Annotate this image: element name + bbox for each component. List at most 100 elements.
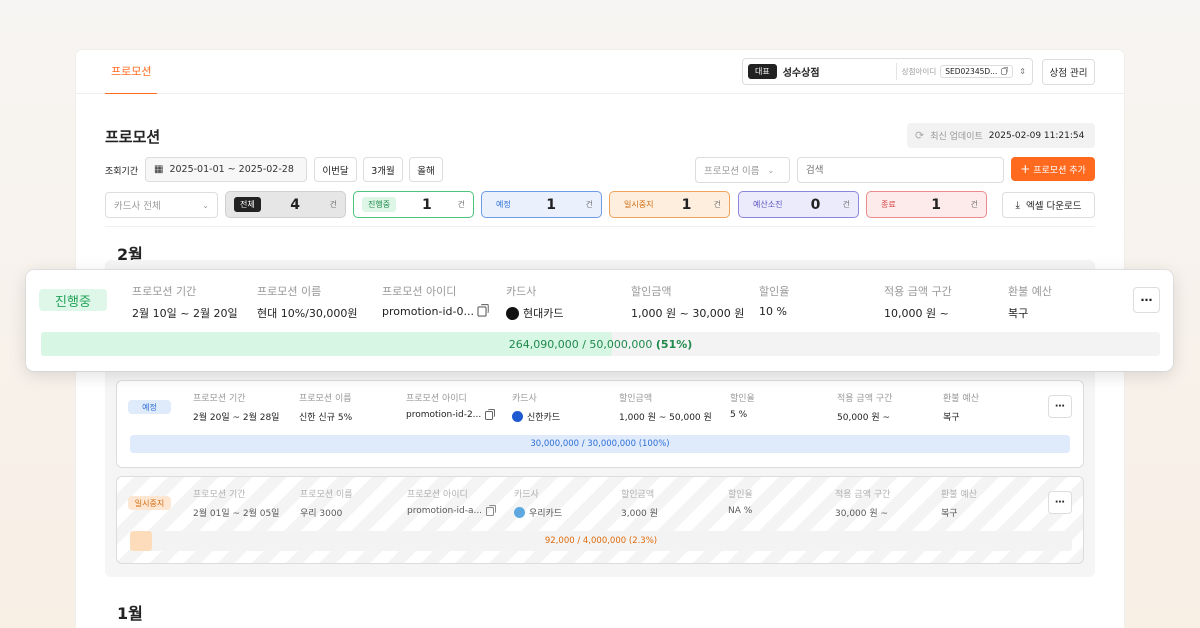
promotion-card-scheduled[interactable]: 예정 프로모션 기간 2월 20일 ~ 2월 28일 프로모션 이름 신한 신규 5… [116, 380, 1084, 468]
plus-icon: + [1020, 162, 1031, 176]
divider [895, 63, 897, 80]
discount-rate: NA % [728, 506, 753, 516]
field-header: 적용 금액 구간 [837, 394, 893, 404]
copy-icon[interactable] [485, 408, 496, 420]
this-year-button[interactable]: 올해 [409, 157, 443, 182]
budget-text: 30,000,000 / 30,000,000 (100%) [130, 435, 1070, 453]
store-id-label: 상점아이디 [901, 67, 937, 76]
more-options-button[interactable]: ⋯ [1048, 491, 1072, 514]
field-header: 할인율 [759, 285, 790, 298]
three-months-button[interactable]: 3개월 [363, 157, 403, 182]
copy-icon[interactable] [477, 304, 489, 317]
filter-chip-active[interactable]: 진행중 1 건 [353, 191, 474, 218]
divider [105, 226, 1095, 227]
update-time: 2025-02-09 11:21:54 [988, 130, 1085, 141]
chip-unit: 건 [970, 200, 978, 209]
excel-download-label: 엑셀 다운로드 [1025, 201, 1082, 212]
card-company-select[interactable]: 카드사 전체 ⌄ [105, 192, 218, 218]
copy-icon[interactable] [1001, 66, 1009, 75]
budget-bar: 30,000,000 / 30,000,000 (100%) [130, 435, 1070, 453]
chip-count: 1 [681, 196, 692, 213]
promotion-period: 2월 20일 ~ 2월 28일 [193, 413, 280, 423]
promotion-name: 신한 신규 5% [299, 413, 353, 423]
promotion-name: 우리 3000 [300, 509, 343, 519]
chip-unit: 건 [842, 200, 850, 209]
month-heading-jan: 1월 [117, 604, 143, 623]
field-header: 할인율 [730, 394, 755, 404]
amount-range: 50,000 원 ~ [837, 413, 891, 423]
budget-amount: 264,090,000 / 50,000,000 [508, 337, 653, 351]
field-header: 프로모션 아이디 [406, 394, 467, 404]
chip-label: 예정 [496, 200, 511, 209]
promotion-fields: 프로모션 기간 2월 10일 ~ 2월 20일 프로모션 이름 현대 10%/30,… [132, 283, 1098, 321]
excel-download-button[interactable]: ⤓ 엑셀 다운로드 [1002, 192, 1095, 218]
discount-rate: 5 % [730, 410, 748, 420]
search-input[interactable] [797, 157, 1004, 183]
discount-amount: 3,000 원 [621, 509, 658, 519]
card-company: 우리카드 [529, 509, 563, 519]
amount-range: 30,000 원 ~ [835, 509, 889, 519]
budget-amount: 30,000,000 / 30,000,000 [530, 439, 636, 449]
promotion-id: promotion-id-2... [406, 410, 482, 420]
chevron-down-icon: ⌄ [202, 200, 209, 210]
field-header: 할인금액 [621, 490, 655, 500]
chip-unit: 건 [585, 200, 593, 209]
field-header: 카드사 [512, 394, 537, 404]
search-field-select[interactable]: 프로모션 이름 ⌄ [695, 157, 790, 183]
field-header: 프로모션 이름 [300, 490, 353, 500]
chip-count: 4 [290, 196, 301, 213]
store-manage-button[interactable]: 상점 관리 [1042, 59, 1095, 85]
promotion-period: 2월 10일 ~ 2월 20일 [132, 307, 238, 320]
tab-promotion[interactable]: 프로모션 [105, 50, 158, 94]
chip-count: 0 [810, 196, 821, 213]
date-range-picker[interactable]: ▦ 2025-01-01 ~ 2025-02-28 [145, 157, 307, 182]
chip-label: 진행중 [362, 197, 397, 212]
chevron-down-icon: ⌄ [767, 165, 775, 175]
promotion-period: 2월 01일 ~ 2월 05일 [193, 509, 280, 519]
field-header: 카드사 [506, 285, 537, 298]
period-label: 조회기간 [105, 167, 139, 177]
promotion-id: promotion-id-a... [407, 506, 483, 516]
store-id-value: SED02345D... [945, 67, 998, 76]
field-header: 환불 예산 [941, 490, 977, 500]
add-promotion-button[interactable]: + 프로모션 추가 [1011, 157, 1095, 181]
filter-chip-all[interactable]: 전체 4 건 [225, 191, 346, 218]
filter-chip-ended[interactable]: 종료 1 건 [866, 191, 987, 218]
field-header: 프로모션 아이디 [407, 490, 468, 500]
page-title: 프로모션 [105, 128, 161, 146]
woori-card-logo-icon [514, 507, 525, 518]
field-header: 카드사 [514, 490, 539, 500]
promotion-id-cell: promotion-id-a... [407, 504, 514, 516]
shinhan-card-logo-icon [512, 411, 523, 422]
card-company-cell: 현대카드 [506, 305, 631, 321]
refund-budget: 복구 [943, 413, 960, 423]
chip-unit: 건 [713, 200, 721, 209]
chip-unit: 건 [457, 200, 465, 209]
budget-amount: 92,000 / 4,000,000 [544, 536, 627, 546]
promotion-fields: 프로모션 기간 2월 01일 ~ 2월 05일 프로모션 이름 우리 3000 프로… [193, 487, 1021, 519]
filter-chip-scheduled[interactable]: 예정 1 건 [481, 191, 602, 218]
budget-percent: (2.3%) [628, 536, 658, 546]
card-company-cell: 우리카드 [514, 506, 621, 519]
promotion-card-paused[interactable]: 일시중지 프로모션 기간 2월 01일 ~ 2월 05일 프로모션 이름 우리 30… [116, 476, 1084, 564]
filter-chip-budget-exhausted[interactable]: 예산소진 0 건 [738, 191, 859, 218]
field-header: 적용 금액 구간 [884, 285, 952, 298]
copy-icon[interactable] [486, 504, 497, 516]
discount-amount: 1,000 원 ~ 30,000 원 [631, 307, 745, 320]
refund-budget: 복구 [1008, 307, 1029, 320]
hyundai-card-logo-icon [506, 306, 519, 320]
store-selector[interactable]: 대표 성수상점 상점아이디 SED02345D... ⇕ [742, 58, 1033, 85]
field-header: 프로모션 이름 [257, 285, 322, 298]
status-badge: 예정 [128, 400, 171, 414]
this-month-button[interactable]: 이번달 [314, 157, 357, 182]
store-id-box[interactable]: SED02345D... [940, 65, 1014, 78]
budget-percent: (51%) [655, 337, 693, 351]
promotion-card-active[interactable]: 진행중 프로모션 기간 2월 10일 ~ 2월 20일 프로모션 이름 현대 10%… [26, 270, 1173, 371]
refresh-icon[interactable]: ⟳ [915, 129, 924, 142]
card-company: 현대카드 [523, 307, 564, 320]
filter-chip-paused[interactable]: 일시중지 1 건 [609, 191, 730, 218]
more-options-button[interactable]: ⋯ [1133, 287, 1160, 313]
more-options-button[interactable]: ⋯ [1048, 395, 1072, 418]
chip-unit: 건 [329, 200, 337, 209]
top-bar: 프로모션 대표 성수상점 상점아이디 SED02345D... ⇕ 상점 관리 [76, 50, 1124, 94]
